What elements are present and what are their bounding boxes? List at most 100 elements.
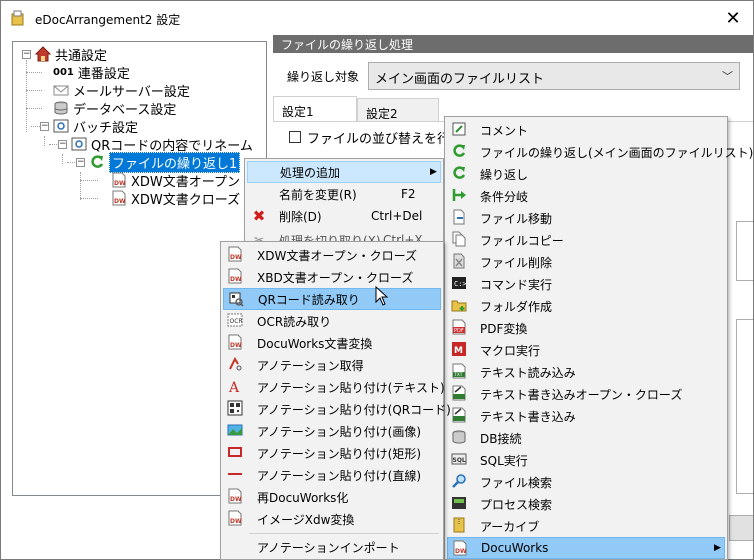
category-item[interactable]: プロセス検索 [447, 493, 725, 515]
menu-item-label: アノテーション貼り付け(直線) [257, 468, 422, 483]
category-item[interactable]: ファイル移動 [447, 207, 725, 229]
category-item[interactable]: アーカイブ [447, 515, 725, 537]
docuworks-item[interactable]: DW イメージXdw変換 [223, 508, 441, 530]
tree-expander-loop[interactable]: − [76, 158, 85, 167]
docuworks-icon: DW [228, 510, 242, 526]
category-item[interactable]: M マクロ実行 [447, 339, 725, 361]
menu-item-rename[interactable]: 名前を変更(R) F2 [247, 183, 441, 205]
tree-item-mail[interactable]: メールサーバー設定 [53, 81, 190, 100]
docuworks-item[interactable]: アノテーション貼り付け(QRコード) [223, 398, 451, 420]
ok-button[interactable] [729, 515, 753, 541]
category-item[interactable]: PDF PDF変換 [447, 317, 725, 339]
category-item[interactable]: SQL SQL実行 [447, 449, 725, 471]
category-item[interactable]: ファイル削除 [447, 251, 725, 273]
docuworks-item[interactable]: OCR OCR読み取り [223, 310, 441, 332]
tree-item-label: XDW文書クローズ [131, 192, 241, 208]
menu-item-label: マクロ実行 [480, 343, 541, 358]
archive-icon [453, 517, 465, 533]
file-delete-icon [453, 253, 465, 269]
tree-item-batch[interactable]: バッチ設定 [53, 117, 138, 136]
svg-text:PDF: PDF [454, 328, 464, 334]
docuworks-item[interactable]: アノテーション貼り付け(画像) [223, 420, 441, 442]
tree-expander-common[interactable]: − [22, 50, 31, 59]
menu-item-label: 条件分岐 [480, 189, 529, 204]
menu-separator [249, 533, 439, 534]
menu-item-label: ファイル検索 [480, 475, 553, 490]
chevron-down-icon: ﹀ [722, 70, 733, 83]
context-menu: 処理の追加 ▶ 名前を変更(R) F2 ✖ 削除(D) Ctrl+Del ✂ 処… [244, 158, 444, 248]
menu-item-shortcut: F2 [401, 187, 416, 201]
menu-item-delete[interactable]: ✖ 削除(D) Ctrl+Del [247, 205, 441, 227]
tree-item-label: データベース設定 [73, 102, 177, 118]
category-item[interactable]: 条件分岐 [447, 185, 725, 207]
category-item[interactable]: ファイル検索 [447, 471, 725, 493]
docuworks-item[interactable]: DW XDW文書オープン・クローズ [223, 244, 441, 266]
category-item[interactable]: DW DocuWorks ▶ [447, 537, 725, 559]
docuworks-item[interactable]: A アノテーション貼り付け(テキスト) [223, 376, 445, 398]
tab-settings-1[interactable]: 設定1 [273, 96, 357, 122]
category-item[interactable]: ファイルの繰り返し(メイン画面のファイルリスト) [447, 141, 753, 163]
branch-icon [452, 189, 466, 201]
category-item[interactable]: ファイルコピー [447, 229, 725, 251]
tree-item-database[interactable]: データベース設定 [53, 99, 177, 118]
file-copy-icon [452, 231, 466, 247]
mail-icon [53, 85, 69, 96]
menu-item-label: フォルダ作成 [480, 299, 553, 314]
category-item[interactable]: TXT テキスト読み込み [447, 361, 725, 383]
category-item[interactable]: テキスト書き込みオープン・クローズ [447, 383, 725, 405]
docuworks-icon: DW [112, 190, 126, 206]
category-item[interactable]: コメント [447, 119, 725, 141]
docuworks-item[interactable]: QRコード読み取り [223, 288, 441, 310]
group-frame [736, 319, 753, 494]
tab-settings-2[interactable]: 設定2 [357, 98, 439, 122]
docuworks-icon: DW [228, 268, 242, 284]
category-item[interactable]: フォルダ作成 [447, 295, 725, 317]
close-button[interactable]: ✕ [719, 5, 747, 31]
menu-item-add-process[interactable]: 処理の追加 ▶ [247, 161, 441, 183]
menu-item-label: プロセス検索 [480, 497, 553, 512]
svg-text:DW: DW [114, 180, 126, 187]
category-item[interactable]: 繰り返し [447, 163, 725, 185]
category-item[interactable]: テキスト書き込み [447, 405, 725, 427]
menu-item-label: コマンド実行 [480, 277, 553, 292]
svg-text:M: M [454, 346, 463, 356]
svg-text:DW: DW [230, 276, 242, 283]
svg-text:TXT: TXT [453, 372, 463, 378]
menu-item-label: アノテーション貼り付け(QRコード) [257, 402, 451, 417]
docuworks-item[interactable]: アノテーション貼り付け(直線) [223, 464, 441, 486]
svg-text:DW: DW [114, 198, 126, 205]
tree-item-label: 連番設定 [77, 66, 130, 82]
line-icon [228, 473, 242, 475]
menu-item-label: 再DocuWorks化 [257, 490, 349, 505]
rectangle-icon [228, 447, 242, 457]
docuworks-item[interactable]: DW 再DocuWorks化 [223, 486, 441, 508]
docuworks-item[interactable]: DW XBD文書オープン・クローズ [223, 266, 441, 288]
ocr-icon: OCR [227, 313, 243, 327]
tree-item-common[interactable]: 共通設定 [35, 45, 107, 64]
tree-item-xdw-close[interactable]: DW XDW文書クローズ [111, 189, 241, 208]
tree-item-file-loop[interactable]: ファイルの繰り返し1 [89, 151, 241, 173]
qr-rename-icon [71, 137, 87, 151]
docuworks-item[interactable]: アノテーションインポート [223, 536, 441, 558]
target-select[interactable]: メイン画面のファイルリスト ﹀ [368, 62, 740, 90]
menu-item-label: DocuWorks [481, 541, 549, 555]
docuworks-item[interactable]: DW DocuWorks文書変換 [223, 332, 441, 354]
menu-item-label: DocuWorks文書変換 [257, 336, 373, 351]
menu-item-label: アーカイブ [480, 519, 540, 534]
tree-expander-batch[interactable]: − [40, 122, 49, 131]
app-icon [11, 10, 24, 26]
tree-expander-qr[interactable]: − [58, 140, 67, 149]
sort-files-checkbox[interactable] [289, 131, 301, 143]
tree-item-qr-rename[interactable]: QRコードの内容でリネーム [71, 135, 253, 154]
category-item[interactable]: DB接続 [447, 427, 725, 449]
sql-icon: SQL [451, 453, 467, 465]
category-item[interactable]: C:> コマンド実行 [447, 273, 725, 295]
menu-item-label: ファイルコピー [480, 233, 564, 248]
docuworks-item[interactable]: アノテーション貼り付け(矩形) [223, 442, 441, 464]
tree-item-xdw-open[interactable]: DW XDW文書オープン [111, 171, 240, 190]
db-connect-icon [452, 430, 466, 444]
docuworks-item[interactable]: アノテーション取得 [223, 354, 441, 376]
menu-item-label: DB接続 [480, 431, 522, 446]
tree-item-sequence[interactable]: 001 連番設定 [53, 63, 130, 82]
menu-item-label: ファイルの繰り返し(メイン画面のファイルリスト) [480, 145, 754, 160]
